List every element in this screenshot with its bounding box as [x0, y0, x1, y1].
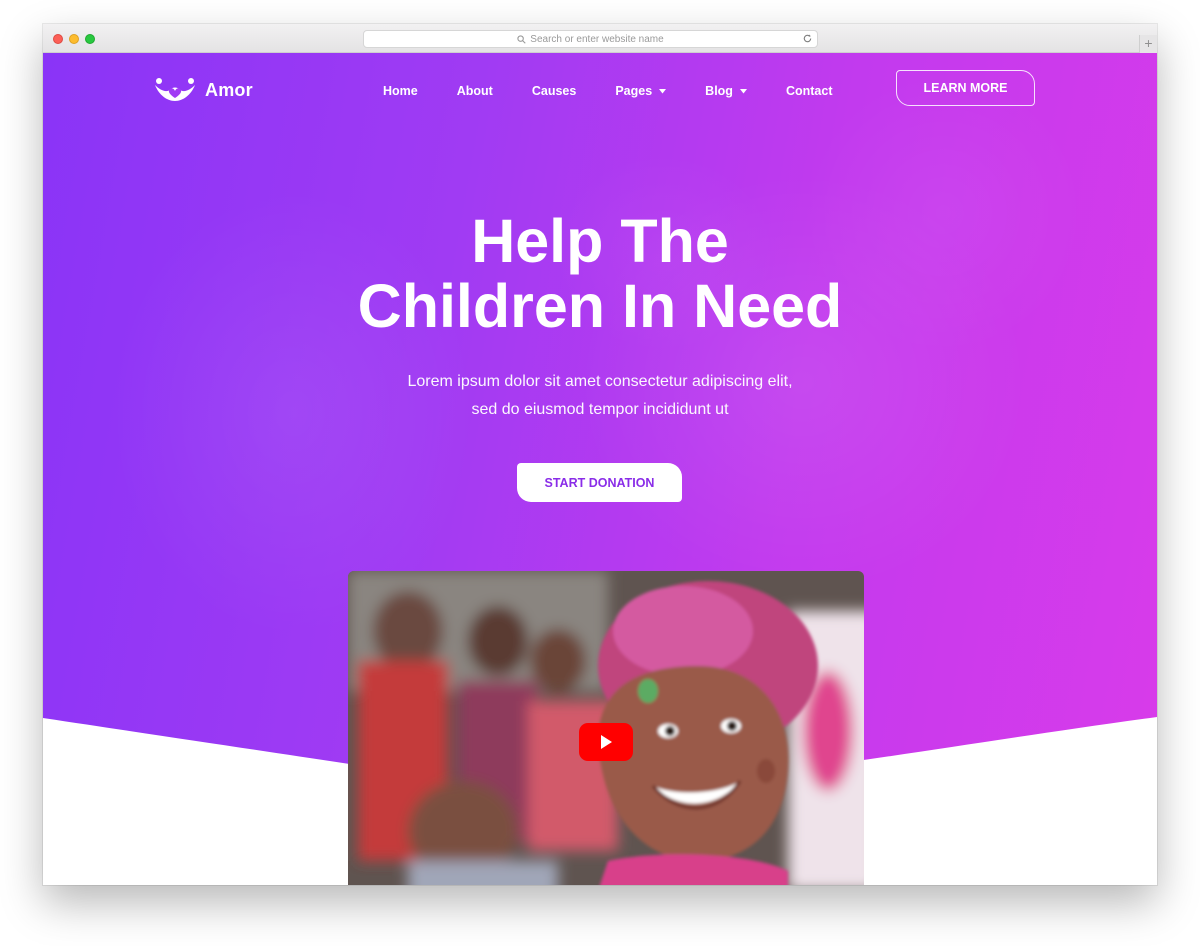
hero-title-line: Children In Need — [357, 272, 843, 340]
nav-item-causes[interactable]: Causes — [532, 84, 576, 98]
minimize-window-button[interactable] — [69, 34, 79, 44]
close-window-button[interactable] — [53, 34, 63, 44]
nav-item-contact[interactable]: Contact — [786, 84, 833, 98]
hero-subtitle: Lorem ipsum dolor sit amet consectetur a… — [43, 368, 1157, 424]
address-bar-placeholder: Search or enter website name — [530, 33, 664, 45]
web-page: Amor Home About Causes Pages Blog Contac… — [43, 53, 1157, 885]
address-bar[interactable]: Search or enter website name — [363, 30, 818, 48]
nav-item-pages[interactable]: Pages — [615, 84, 667, 98]
start-donation-button[interactable]: START DONATION — [517, 463, 682, 502]
nav-item-label: Causes — [531, 84, 577, 98]
hero-title: Help The Children In Need — [43, 209, 1157, 339]
nav-item-about[interactable]: About — [457, 84, 493, 98]
hero-title-line: Help The — [471, 207, 729, 275]
learn-more-button[interactable]: LEARN MORE — [896, 70, 1035, 106]
video-thumbnail[interactable] — [348, 571, 864, 885]
chevron-down-icon — [739, 88, 747, 93]
nav-item-label: About — [456, 84, 493, 98]
hero-subtitle-line: Lorem ipsum dolor sit amet consectetur a… — [407, 373, 793, 390]
browser-window: Search or enter website name + Amor Home… — [43, 24, 1157, 885]
zoom-window-button[interactable] — [85, 34, 95, 44]
play-triangle-icon — [601, 735, 612, 749]
main-nav: Home About Causes Pages Blog Contact — [383, 81, 832, 101]
reload-icon[interactable] — [802, 33, 813, 44]
new-tab-button[interactable]: + — [1139, 35, 1157, 53]
hero-subtitle-line: sed do eiusmod tempor incididunt ut — [471, 401, 729, 418]
browser-titlebar: Search or enter website name + — [43, 24, 1157, 53]
youtube-play-icon[interactable] — [579, 723, 633, 761]
nav-item-label: Blog — [705, 84, 733, 98]
heart-people-logo-icon — [155, 78, 195, 101]
nav-item-label: Home — [383, 84, 418, 98]
site-logo[interactable]: Amor — [153, 77, 253, 103]
logo-text: Amor — [205, 79, 253, 100]
chevron-down-icon — [659, 88, 667, 93]
search-icon — [517, 34, 526, 44]
hero-section: Amor Home About Causes Pages Blog Contac… — [43, 53, 1157, 885]
nav-item-label: Contact — [785, 84, 833, 98]
nav-item-home[interactable]: Home — [383, 84, 418, 98]
nav-item-label: Pages — [615, 84, 653, 98]
nav-item-blog[interactable]: Blog — [705, 84, 747, 98]
